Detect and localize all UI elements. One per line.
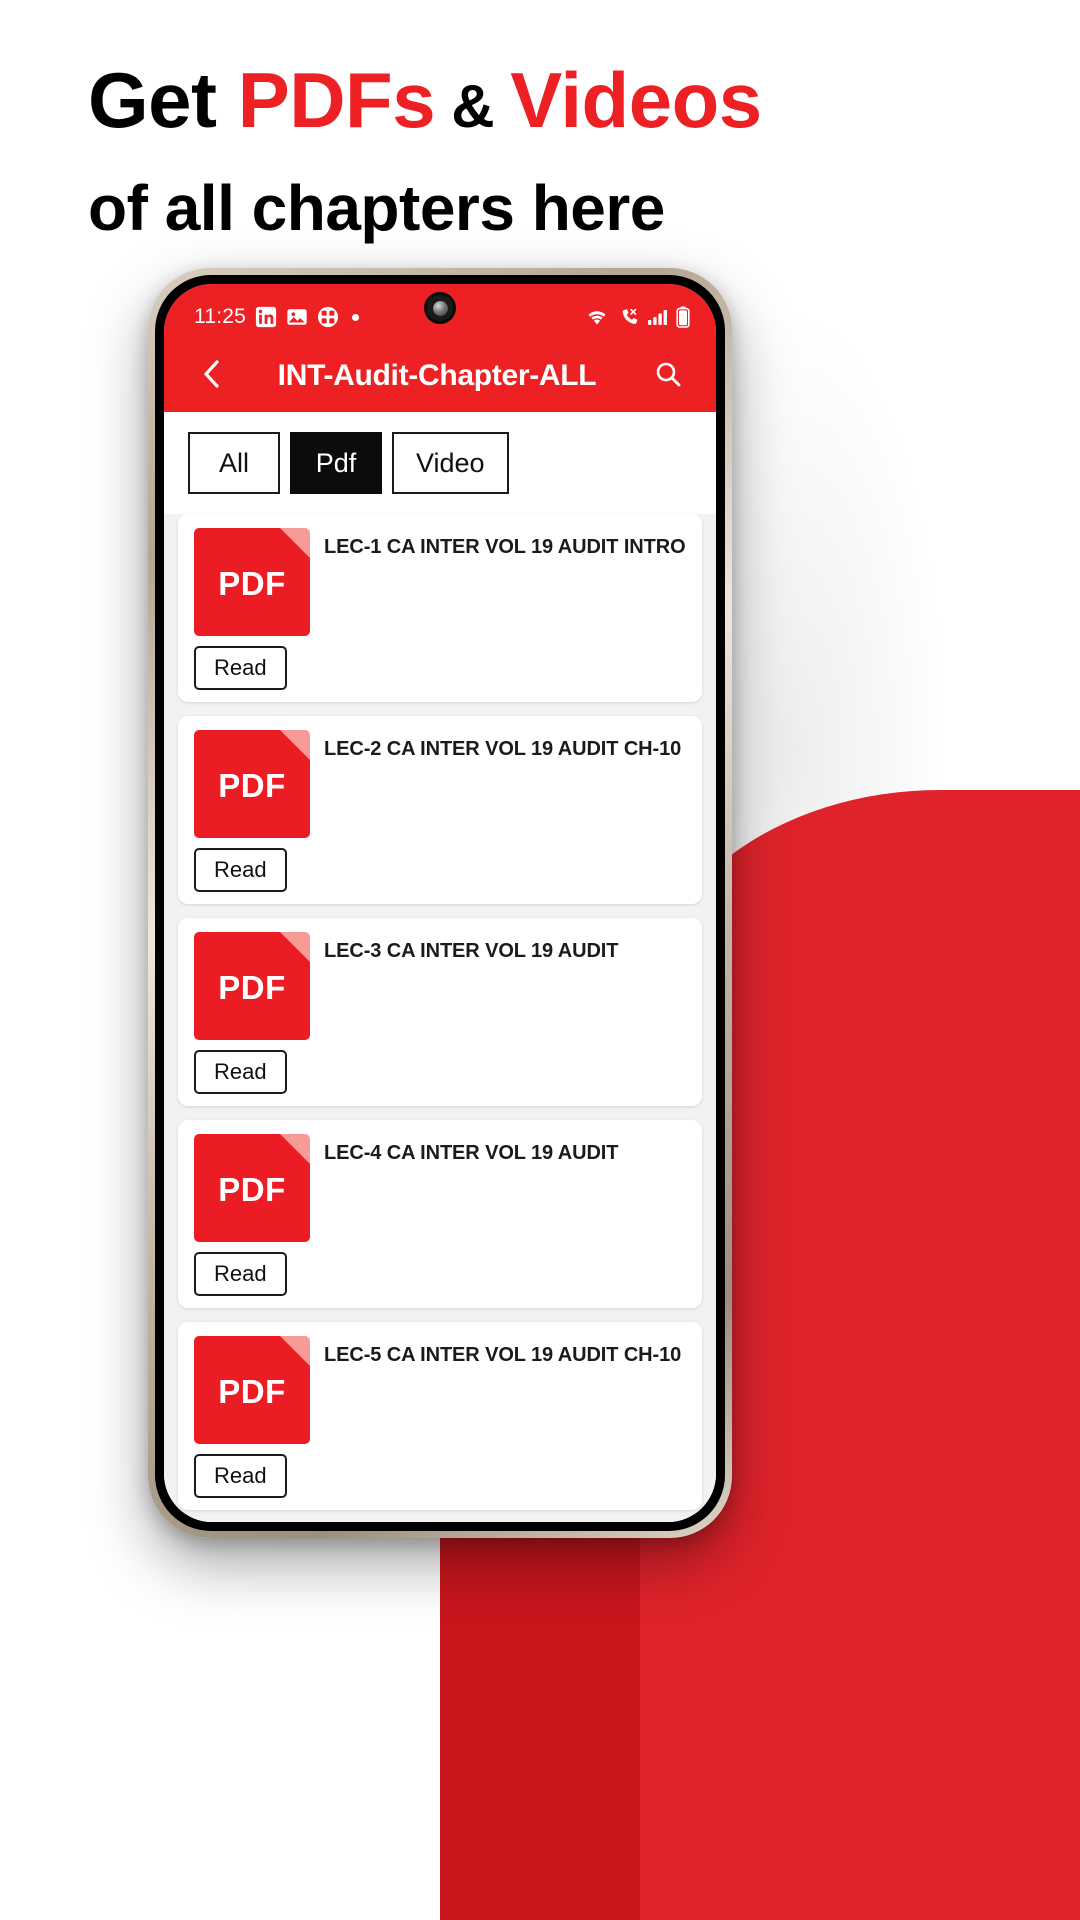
read-button[interactable]: Read <box>194 1454 287 1498</box>
pdf-file-icon: PDF <box>194 730 310 838</box>
document-list[interactable]: PDF LEC-1 CA INTER VOL 19 AUDIT INTRO Re… <box>164 514 716 1522</box>
list-item-title: LEC-3 CA INTER VOL 19 AUDIT <box>324 940 619 962</box>
navigation-bar: INT-Audit-Chapter-ALL <box>164 340 716 412</box>
list-item[interactable]: PDF LEC-3 CA INTER VOL 19 AUDIT Read <box>178 918 702 1106</box>
photos-icon <box>286 306 308 328</box>
list-item-title: LEC-1 CA INTER VOL 19 AUDIT INTRO <box>324 536 686 558</box>
search-button[interactable] <box>646 354 690 398</box>
filter-chip-group: All Pdf Video <box>164 412 716 514</box>
list-item-body: PDF LEC-1 CA INTER VOL 19 AUDIT INTRO <box>194 528 686 636</box>
pdf-file-icon: PDF <box>194 932 310 1040</box>
filter-chip-video[interactable]: Video <box>392 432 509 494</box>
headline-line-2: of all chapters here <box>88 172 665 245</box>
cellular-signal-icon <box>647 307 669 327</box>
pdf-file-icon: PDF <box>194 1336 310 1444</box>
linkedin-icon <box>255 306 277 328</box>
read-button[interactable]: Read <box>194 1252 287 1296</box>
status-bar-left: 11:25 <box>194 305 359 329</box>
pdf-icon-label: PDF <box>218 767 286 804</box>
headline-text-ampersand: & <box>435 73 511 140</box>
list-item[interactable]: PDF LEC-4 CA INTER VOL 19 AUDIT Read <box>178 1120 702 1308</box>
headline-line-1: Get PDFs & Videos <box>88 54 1008 146</box>
status-time: 11:25 <box>194 305 246 328</box>
pdf-file-icon: PDF <box>194 1134 310 1242</box>
list-item-body: PDF LEC-2 CA INTER VOL 19 AUDIT CH-10 <box>194 730 686 838</box>
phone-bezel: 11:25 INT-Audit-Chapter-ALL All Pdf Vide… <box>155 275 725 1531</box>
chevron-left-icon <box>199 359 225 394</box>
battery-icon <box>676 306 690 328</box>
clover-icon <box>317 306 339 328</box>
phone-screen: 11:25 INT-Audit-Chapter-ALL All Pdf Vide… <box>164 284 716 1522</box>
app-header: 11:25 INT-Audit-Chapter-ALL <box>164 284 716 412</box>
list-item[interactable]: PDF LEC-1 CA INTER VOL 19 AUDIT INTRO Re… <box>178 514 702 702</box>
list-item-body: PDF LEC-5 CA INTER VOL 19 AUDIT CH-10 <box>194 1336 686 1444</box>
wifi-icon <box>585 307 609 327</box>
list-item[interactable]: PDF LEC-5 CA INTER VOL 19 AUDIT CH-10 Re… <box>178 1322 702 1510</box>
pdf-file-icon: PDF <box>194 528 310 636</box>
list-item[interactable]: PDF LEC-2 CA INTER VOL 19 AUDIT CH-10 Re… <box>178 716 702 904</box>
status-bar-right <box>585 306 690 328</box>
list-item-title: LEC-4 CA INTER VOL 19 AUDIT <box>324 1142 619 1164</box>
headline-text-get: Get <box>88 56 238 144</box>
filter-chip-pdf[interactable]: Pdf <box>290 432 382 494</box>
filter-chip-all[interactable]: All <box>188 432 280 494</box>
phone-mockup: 11:25 INT-Audit-Chapter-ALL All Pdf Vide… <box>148 268 732 1538</box>
pdf-icon-label: PDF <box>218 969 286 1006</box>
pdf-icon-label: PDF <box>218 1171 286 1208</box>
list-item-body: PDF LEC-4 CA INTER VOL 19 AUDIT <box>194 1134 686 1242</box>
headline-text-videos: Videos <box>510 56 762 144</box>
list-item-title: LEC-2 CA INTER VOL 19 AUDIT CH-10 <box>324 738 682 760</box>
list-item-title: LEC-5 CA INTER VOL 19 AUDIT CH-10 <box>324 1344 682 1366</box>
page-title: INT-Audit-Chapter-ALL <box>277 359 597 392</box>
background-white-left-fill <box>0 1020 160 1920</box>
pdf-icon-label: PDF <box>218 565 286 602</box>
promo-headline: Get PDFs & Videos of all chapters here <box>88 54 1008 247</box>
front-camera-icon <box>424 292 456 324</box>
camera-lens <box>432 300 448 316</box>
list-item-body: PDF LEC-3 CA INTER VOL 19 AUDIT <box>194 932 686 1040</box>
pdf-icon-label: PDF <box>218 1373 286 1410</box>
read-button[interactable]: Read <box>194 848 287 892</box>
read-button[interactable]: Read <box>194 1050 287 1094</box>
dot-indicator <box>352 313 359 321</box>
signal-missed-call-icon <box>616 307 640 327</box>
search-icon <box>654 360 682 393</box>
headline-text-pdfs: PDFs <box>237 56 436 144</box>
read-button[interactable]: Read <box>194 646 287 690</box>
